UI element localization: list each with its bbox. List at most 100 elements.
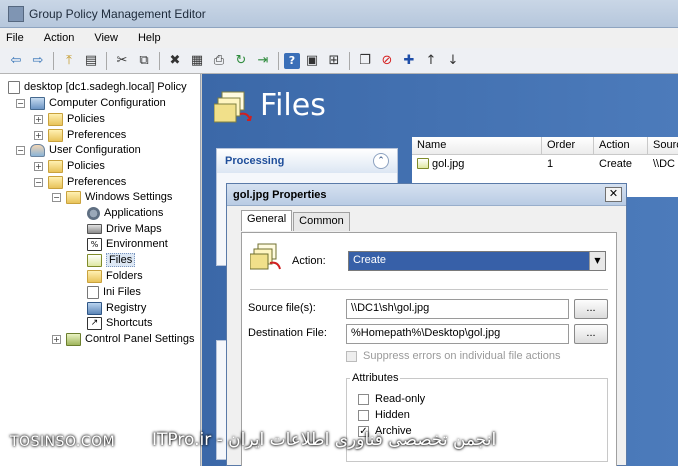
tree-item-computer-configuration[interactable]: − Computer Configuration: [16, 95, 166, 111]
stop-icon[interactable]: ⊘: [377, 51, 397, 71]
new-item-icon[interactable]: ❐: [355, 51, 375, 71]
tree-item-label: Preferences: [67, 176, 127, 188]
source-file-input[interactable]: \\DC1\sh\gol.jpg: [346, 299, 569, 319]
files-icon: [87, 253, 102, 267]
tree-item-drive-maps[interactable]: Drive Maps: [87, 221, 162, 237]
tree-item-environment[interactable]: % Environment: [87, 236, 168, 252]
control-panel-icon: [66, 332, 81, 346]
column-header-order[interactable]: Order: [542, 137, 594, 154]
folder-icon: [48, 159, 63, 173]
column-header-source[interactable]: Sourc: [648, 137, 678, 154]
folder-icon: [48, 175, 63, 189]
processing-header[interactable]: Processing ⌃: [217, 149, 397, 173]
file-item-icon: [417, 158, 429, 169]
table-row[interactable]: gol.jpg 1 Create \\DC: [412, 155, 678, 172]
tab-common[interactable]: Common: [293, 212, 350, 231]
move-up-icon[interactable]: ↑: [421, 51, 441, 71]
tree-item-shortcuts[interactable]: ↗ Shortcuts: [87, 315, 152, 331]
menu-file[interactable]: File: [6, 32, 24, 44]
expand-icon[interactable]: +: [34, 130, 43, 140]
tree-item-label: Ini Files: [103, 286, 141, 298]
toolbar-separator: [278, 51, 279, 70]
hidden-checkbox[interactable]: Hidden: [358, 409, 410, 421]
toolbar-separator: [53, 51, 54, 70]
tab-general[interactable]: General: [241, 210, 293, 231]
close-icon[interactable]: ✕: [605, 187, 622, 202]
expand-icon[interactable]: +: [52, 334, 61, 344]
refresh-icon[interactable]: ↻: [231, 51, 251, 71]
tree-item-uc-policies[interactable]: + Policies: [34, 158, 105, 174]
forward-icon[interactable]: ⇨: [28, 51, 48, 71]
delete-icon[interactable]: ✖: [165, 51, 185, 71]
toolbar-separator: [349, 51, 350, 70]
collapse-icon[interactable]: −: [16, 145, 25, 155]
help-icon[interactable]: ?: [284, 52, 300, 69]
suppress-errors-checkbox[interactable]: Suppress errors on individual file actio…: [346, 350, 561, 362]
tree-item-control-panel-settings[interactable]: + Control Panel Settings: [52, 331, 194, 347]
divider: [250, 289, 608, 290]
tree-item-label: Control Panel Settings: [85, 333, 195, 345]
read-only-label: Read-only: [375, 393, 426, 405]
folder-icon: [66, 190, 81, 204]
tree-item-folders[interactable]: Folders: [87, 268, 143, 284]
up-folder-icon[interactable]: ⤒: [59, 51, 79, 71]
cell-action: Create: [599, 157, 633, 170]
source-browse-button[interactable]: ...: [574, 299, 608, 319]
tree-item-label: Policies: [67, 160, 105, 172]
folder-icon: [48, 128, 63, 142]
page-title: Files: [260, 88, 326, 123]
chevron-down-icon[interactable]: ▼: [589, 252, 605, 270]
attributes-label: Attributes: [350, 372, 401, 384]
destination-file-input[interactable]: %Homepath%\Desktop\gol.jpg: [346, 324, 569, 344]
tree-item-user-configuration[interactable]: − User Configuration: [16, 142, 141, 158]
tree-item-label: Environment: [106, 238, 168, 250]
tree-item-windows-settings[interactable]: − Windows Settings: [52, 189, 172, 205]
tree-item-files[interactable]: Files: [87, 252, 136, 268]
menu-help[interactable]: Help: [138, 32, 161, 44]
move-down-icon[interactable]: ↓: [443, 51, 463, 71]
column-header-name[interactable]: Name: [412, 137, 542, 154]
filter-icon[interactable]: ⊞: [324, 51, 344, 71]
tree-item-registry[interactable]: Registry: [87, 300, 146, 316]
print-icon[interactable]: ⎙: [209, 51, 229, 71]
files-header-icon: [214, 91, 252, 123]
cell-source: \\DC: [653, 157, 675, 170]
chevron-up-icon[interactable]: ⌃: [373, 153, 389, 169]
export-icon[interactable]: ⇥: [253, 51, 273, 71]
expand-icon[interactable]: +: [34, 161, 43, 171]
add-icon[interactable]: ✚: [399, 51, 419, 71]
hidden-label: Hidden: [375, 409, 410, 421]
tree-item-label: Policies: [67, 113, 105, 125]
collapse-icon[interactable]: −: [16, 98, 25, 108]
read-only-checkbox[interactable]: Read-only: [358, 393, 425, 405]
tree-item-label: Drive Maps: [106, 223, 162, 235]
tree-item-cc-policies[interactable]: + Policies: [34, 111, 105, 127]
collapse-icon[interactable]: −: [52, 192, 61, 202]
menu-action[interactable]: Action: [44, 32, 75, 44]
properties-icon[interactable]: ▦: [187, 51, 207, 71]
collapse-icon[interactable]: −: [34, 177, 43, 187]
registry-icon: [87, 301, 102, 315]
destination-browse-button[interactable]: ...: [574, 324, 608, 344]
tree-item-ini-files[interactable]: Ini Files: [87, 284, 141, 300]
column-header-action[interactable]: Action: [594, 137, 648, 154]
properties-dialog: gol.jpg Properties ✕ General Common Acti…: [226, 183, 627, 466]
expand-icon[interactable]: +: [34, 114, 43, 124]
cut-icon[interactable]: ✂: [112, 51, 132, 71]
tree-item-uc-preferences[interactable]: − Preferences: [34, 174, 126, 190]
tree-item-root[interactable]: desktop [dc1.sadegh.local] Policy: [8, 79, 187, 95]
action-select[interactable]: Create ▼: [348, 251, 606, 271]
toolbar-separator: [106, 51, 107, 70]
back-icon[interactable]: ⇦: [6, 51, 26, 71]
view-icon[interactable]: ▣: [302, 51, 322, 71]
menu-view[interactable]: View: [94, 32, 118, 44]
tree-item-label: Applications: [104, 207, 164, 219]
drive-icon: [87, 224, 102, 234]
tree-item-label: Shortcuts: [106, 317, 153, 329]
tree-item-cc-preferences[interactable]: + Preferences: [34, 127, 126, 143]
tree-item-applications[interactable]: Applications: [87, 205, 163, 221]
tree-item-label: Folders: [106, 270, 143, 282]
copy-icon[interactable]: ⧉: [134, 51, 154, 71]
show-hide-tree-icon[interactable]: ▤: [81, 51, 101, 71]
tree-item-label: Preferences: [67, 129, 127, 141]
